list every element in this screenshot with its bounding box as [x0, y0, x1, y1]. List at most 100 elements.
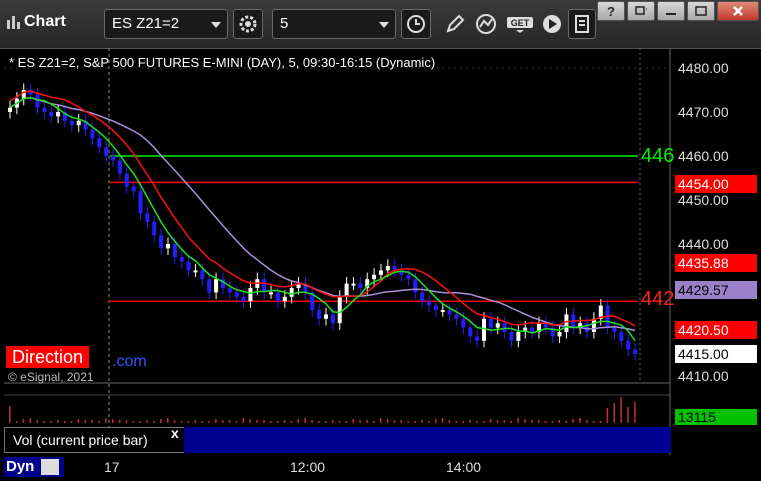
volume-bar — [469, 420, 471, 423]
candle-body — [619, 332, 624, 341]
candle-body — [214, 279, 219, 293]
direction-link[interactable]: .com — [112, 353, 147, 371]
candle-body — [186, 261, 191, 271]
candle-body — [282, 296, 287, 302]
candle-body — [289, 288, 294, 297]
volume-bar — [338, 421, 341, 423]
volume-bar — [517, 418, 519, 423]
price-tag: 4454.00 — [675, 175, 757, 193]
candle-body — [475, 336, 480, 341]
level-label-green: 446 — [641, 145, 675, 167]
volume-bar — [359, 420, 361, 423]
volume-bar — [524, 419, 526, 423]
volume-bar — [407, 421, 409, 423]
volume-bar — [98, 421, 100, 423]
last-price-tag: 4415.00 — [675, 345, 757, 363]
volume-bar — [476, 421, 478, 423]
chart-header: * ES Z21=2, S&P 500 FUTURES E-MINI (DAY)… — [9, 55, 436, 70]
volume-bar — [627, 407, 629, 423]
candle-body — [461, 318, 466, 328]
volume-bar — [242, 418, 245, 423]
candle-body — [179, 257, 184, 262]
volume-bar — [36, 420, 38, 423]
volume-bar — [270, 421, 272, 423]
volume-bar — [393, 420, 396, 423]
candle-body — [557, 332, 562, 337]
volume-bar — [544, 421, 547, 423]
volume-bar — [434, 419, 437, 423]
volume-bar — [620, 397, 622, 423]
volume-bar — [180, 421, 183, 423]
candle-body — [413, 279, 418, 293]
volume-bar — [579, 418, 581, 423]
x-tick-label: 14:00 — [446, 459, 482, 475]
volume-bar — [318, 421, 320, 423]
candle-body — [76, 120, 81, 126]
candle-body — [502, 323, 507, 332]
volume-bar — [112, 419, 114, 423]
candle-body — [530, 327, 535, 332]
candle-body — [200, 270, 205, 280]
volume-bar — [462, 421, 464, 423]
volume-bar — [228, 420, 231, 423]
candle-body — [358, 283, 363, 288]
lock-icon — [40, 459, 59, 476]
candle-body — [488, 318, 493, 328]
volume-bar — [29, 418, 32, 423]
candle-body — [564, 314, 569, 332]
candle-body — [344, 283, 349, 297]
candle-body — [495, 323, 500, 328]
volume-bar — [132, 421, 135, 423]
volume-bar — [22, 419, 25, 423]
volume-bar — [187, 421, 190, 423]
volume-bar — [551, 421, 554, 423]
volume-bar — [283, 420, 286, 423]
candle-body — [626, 340, 631, 350]
volume-bar — [606, 408, 609, 423]
volume-bar — [118, 420, 121, 423]
price-chart[interactable] — [0, 0, 761, 481]
candle-body — [145, 213, 150, 222]
candle-body — [378, 270, 383, 275]
y-tick-label: 4480.00 — [678, 60, 729, 76]
volume-bar — [9, 406, 11, 423]
volume-bar — [565, 421, 567, 423]
candle-body — [324, 314, 328, 319]
volume-pane-close-button[interactable]: x — [171, 425, 179, 441]
volume-bar — [105, 418, 107, 423]
volume-bar — [489, 419, 492, 423]
volume-bar — [235, 421, 238, 423]
volume-bar — [531, 420, 533, 423]
candle-body — [90, 129, 95, 139]
volume-bar — [77, 419, 80, 423]
volume-bar — [386, 419, 389, 423]
volume-bar — [366, 420, 368, 423]
volume-bar — [586, 420, 588, 423]
volume-bar — [325, 421, 327, 423]
candle-body — [117, 160, 122, 174]
volume-bar — [50, 421, 52, 423]
volume-bar — [70, 421, 73, 423]
candle-body — [152, 222, 157, 236]
candle-body — [447, 310, 452, 315]
volume-bar — [160, 419, 162, 423]
candle-body — [56, 112, 61, 117]
volume-bar — [537, 420, 540, 423]
dynamic-toggle[interactable]: Dyn — [4, 457, 64, 477]
candle-body — [35, 94, 40, 108]
candle-body — [317, 310, 322, 319]
candle-body — [131, 186, 136, 192]
candle-body — [516, 332, 521, 341]
volume-bar — [215, 419, 217, 423]
candle-body — [138, 191, 143, 214]
volume-bar — [84, 420, 87, 423]
volume-bar — [263, 420, 265, 423]
volume-bar — [43, 421, 45, 423]
volume-bar — [304, 418, 306, 423]
candle-body — [49, 112, 54, 117]
volume-bar — [455, 421, 458, 423]
y-tick-label: 4470.00 — [678, 104, 729, 120]
candle-body — [433, 305, 438, 310]
candle-body — [248, 288, 253, 302]
volume-bar — [290, 421, 293, 423]
